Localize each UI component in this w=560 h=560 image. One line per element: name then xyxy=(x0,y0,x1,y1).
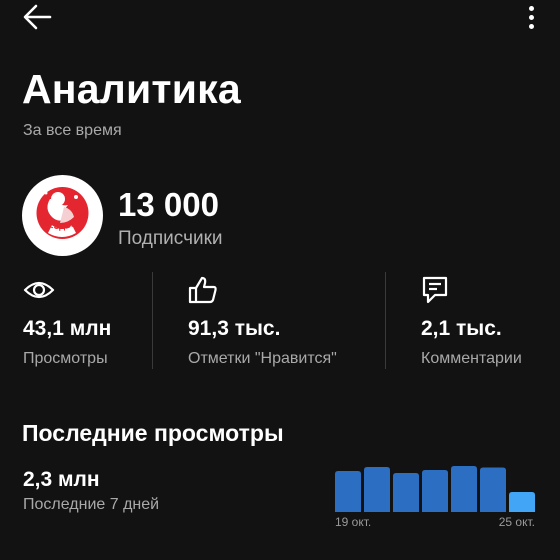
channel-avatar[interactable]: ЗВЁЗДЫ СЕГОДНЯ xyxy=(22,175,103,256)
stat-label: Комментарии xyxy=(421,350,522,367)
stat-comments[interactable]: 2,1 тыс. Комментарии xyxy=(421,270,522,368)
divider xyxy=(385,272,386,369)
subscribers-label: Подписчики xyxy=(118,228,223,249)
recent-views-label: Последние 7 дней xyxy=(23,496,160,513)
chart-bar xyxy=(393,473,419,512)
chart-bar xyxy=(509,492,535,512)
chart-tick-label: 25 окт. xyxy=(499,515,535,529)
section-title: Последние просмотры xyxy=(22,420,284,446)
analytics-screen: Аналитика За все время ЗВЁЗДЫ СЕГОДНЯ 13… xyxy=(0,0,560,560)
more-vert-icon xyxy=(528,5,534,11)
stat-value: 2,1 тыс. xyxy=(421,317,502,340)
stat-value: 43,1 млн xyxy=(23,317,112,340)
stat-likes[interactable]: 91,3 тыс. Отметки "Нравится" xyxy=(188,270,337,368)
page-title: Аналитика xyxy=(22,66,241,112)
chart-bar xyxy=(451,466,477,512)
thumbs-up-icon xyxy=(188,276,217,304)
chart-bar xyxy=(480,467,506,512)
comment-icon xyxy=(422,276,448,304)
subscribers-count: 13 000 xyxy=(118,186,219,223)
more-options-button[interactable] xyxy=(524,4,538,30)
page-subtitle: За все время xyxy=(23,122,122,139)
chart-bar xyxy=(422,470,448,512)
recent-views-chart[interactable]: 19 окт. 25 окт. xyxy=(332,458,540,538)
stat-label: Отметки "Нравится" xyxy=(188,350,337,367)
chart-bar xyxy=(335,471,361,512)
divider xyxy=(152,272,153,369)
arrow-left-icon xyxy=(23,4,52,30)
recent-views-value: 2,3 млн xyxy=(23,468,100,491)
back-button[interactable] xyxy=(22,2,58,32)
eye-icon xyxy=(23,281,55,299)
chart-tick-label: 19 окт. xyxy=(335,515,371,529)
stat-label: Просмотры xyxy=(23,350,108,367)
chart-bar xyxy=(364,467,390,512)
stat-views[interactable]: 43,1 млн Просмотры xyxy=(23,270,111,368)
stat-value: 91,3 тыс. xyxy=(188,317,281,340)
channel-logo: ЗВЁЗДЫ СЕГОДНЯ xyxy=(22,175,91,239)
